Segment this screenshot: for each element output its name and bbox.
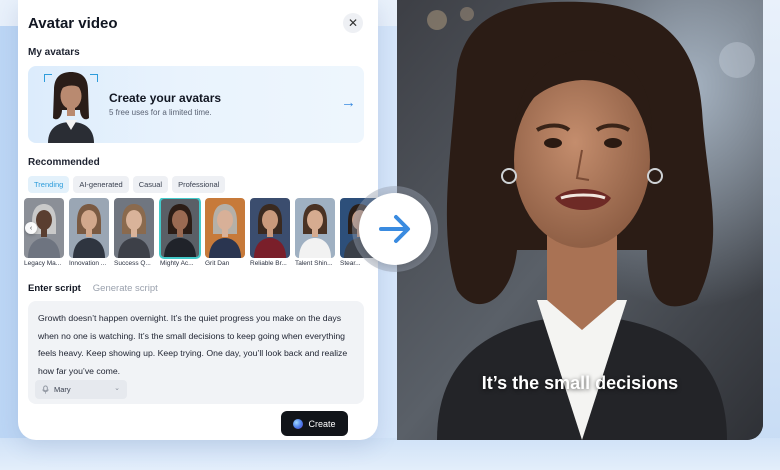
avatar-card[interactable] [205, 198, 245, 258]
arrow-right-icon [379, 215, 410, 243]
create-button[interactable]: Create [281, 411, 348, 436]
avatar-thumbnail [69, 198, 109, 258]
avatar-label: Mighty Ac... [160, 260, 194, 267]
voice-dropdown[interactable]: Mary ⌄ [35, 380, 127, 399]
microphone-icon [42, 385, 49, 394]
close-icon: ✕ [347, 16, 359, 30]
script-tabs: Enter script Generate script [28, 283, 158, 294]
avatar-label: Talent Shin... [295, 260, 333, 267]
avatar-label: Innovation ... [69, 260, 107, 267]
create-orb-icon [293, 418, 304, 429]
create-avatar-card[interactable]: Create your avatars 5 free uses for a li… [28, 66, 364, 143]
avatar-label: Grit Dan [205, 260, 230, 267]
avatar-card[interactable] [295, 198, 335, 258]
avatar-label: Legacy Ma... [24, 260, 62, 267]
script-editor[interactable]: Growth doesn’t happen overnight. It’s th… [28, 301, 364, 404]
avatar-card[interactable] [159, 198, 201, 259]
scan-corner-top-right [90, 74, 98, 82]
script-textarea[interactable]: Growth doesn’t happen overnight. It’s th… [38, 310, 356, 380]
scan-corner-top-left [44, 74, 52, 82]
scroll-left-button[interactable]: ‹ [25, 222, 37, 234]
avatar-thumbnail [160, 198, 200, 258]
create-avatars-subtitle: 5 free uses for a limited time. [109, 108, 212, 117]
create-avatars-title: Create your avatars [109, 91, 222, 105]
avatar-thumbnail [114, 198, 154, 258]
category-chips: Trending AI-generated Casual Professiona… [28, 176, 226, 193]
chip-ai-generated[interactable]: AI-generated [73, 176, 129, 193]
avatar-thumbnail [295, 198, 335, 258]
chip-trending[interactable]: Trending [28, 176, 70, 193]
chip-professional[interactable]: Professional [172, 176, 226, 193]
tab-generate-script[interactable]: Generate script [93, 283, 158, 294]
avatar-card[interactable] [250, 198, 290, 258]
convert-arrow [352, 186, 438, 272]
avatar-label: Reliable Br... [250, 260, 287, 267]
voice-name: Mary [54, 385, 71, 394]
arrow-right-icon: → [341, 94, 356, 111]
arrow-right-circle [359, 193, 431, 265]
chip-casual[interactable]: Casual [132, 176, 169, 193]
recommended-label: Recommended [28, 157, 100, 168]
avatar-video-panel: Avatar video ✕ My avatars Create your av… [18, 0, 378, 440]
avatar-label: Success Q... [114, 260, 151, 267]
avatar-thumbnail [250, 198, 290, 258]
close-button[interactable]: ✕ [343, 13, 363, 33]
chevron-down-icon: ⌄ [114, 385, 120, 392]
create-button-label: Create [308, 418, 336, 429]
tab-enter-script[interactable]: Enter script [28, 283, 81, 294]
avatar-video-preview[interactable]: It’s the small decisions [397, 0, 763, 440]
video-subtitle: It’s the small decisions [481, 373, 679, 393]
avatar-card[interactable] [114, 198, 154, 258]
avatar-carousel: Legacy Ma... Innovation ... Success Q... Mi… [24, 198, 378, 270]
background-band-bottom [0, 438, 780, 470]
my-avatars-label: My avatars [28, 47, 80, 58]
chevron-left-icon: ‹ [29, 224, 33, 232]
avatar-card[interactable] [69, 198, 109, 258]
panel-title: Avatar video [28, 15, 118, 32]
avatar-thumbnail [205, 198, 245, 258]
